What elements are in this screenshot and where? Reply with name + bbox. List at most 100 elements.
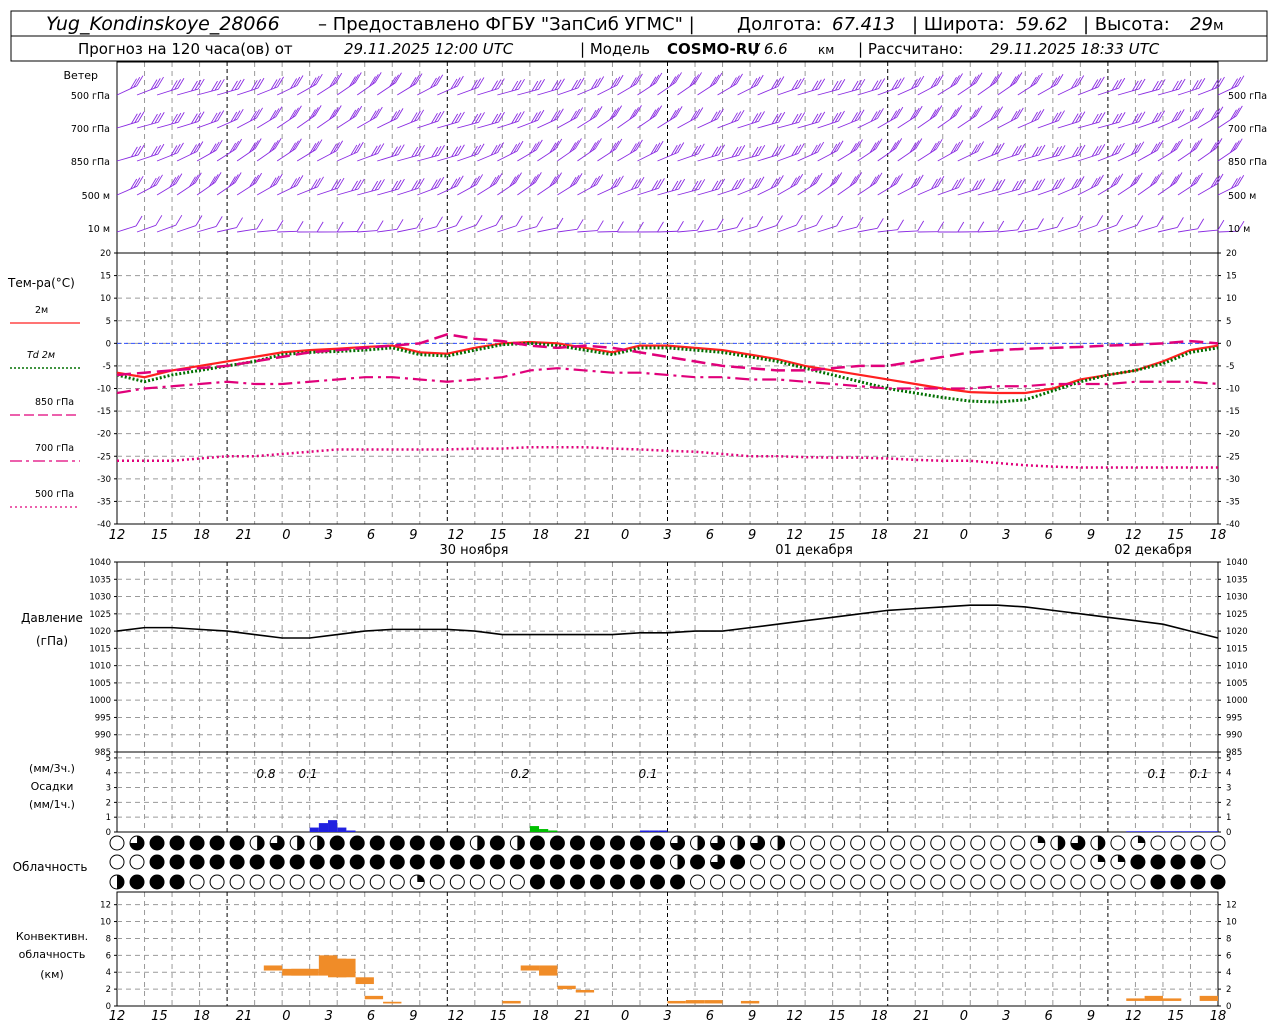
wind-barb-flag [835,112,841,122]
wind-barb-flag [1159,79,1165,89]
cloud-fill-full [530,875,544,889]
y-tick-label-right: 0 [1226,339,1231,349]
wind-barb-flag [1079,112,1085,122]
y-tick-label: 1035 [89,575,111,585]
conv-bar [557,986,575,989]
wind-barb-flag [737,218,743,228]
cloud-circle [230,875,244,889]
cloud-circle [851,836,865,850]
precip-total: 0.1 [298,767,317,781]
precip-bar [337,828,346,832]
cloud-fill-full [170,836,184,850]
wind-barb-flag [597,221,603,231]
wind-barb [1098,225,1117,232]
wind-barb-flag [357,221,363,231]
cloud-fill-full [550,875,564,889]
cloud-circle [831,855,845,869]
wind-barb-flag [715,180,721,190]
cloud-fill-full [150,875,164,889]
wind-barb-flag [1019,179,1025,189]
wind-barb-flag [1036,180,1042,190]
cloud-fill-full [610,875,624,889]
wind-barb-flag [658,178,664,188]
conv-unit: (км) [40,968,64,981]
conv-bar [1200,996,1218,1001]
x-tick-label-bottom: 18 [532,1009,549,1024]
cloud-circle [1131,875,1145,889]
cloud-circle [1051,855,1065,869]
precip-bar [1145,831,1154,832]
cloud-circle [991,855,1005,869]
wind-barb-flag [539,79,545,89]
cloud-circle [510,875,524,889]
wind-barb [698,229,718,232]
cloud-circle [851,855,865,869]
x-tick-label-bottom: 21 [236,1009,253,1024]
wind-barb-flag [458,112,464,122]
wind-barb-flag [415,179,421,189]
conv-bar [337,959,355,978]
wind-barb-flag [317,222,323,232]
wind-barb-flag [397,219,403,229]
y-tick-label-right: 1040 [1226,558,1248,568]
wind-barb-flag [1157,216,1163,226]
wind-barb [537,228,557,232]
cloud-circle [971,875,985,889]
wind-barb-flag [558,79,564,89]
y-tick-label: 4 [106,968,111,978]
cloud-circle [951,836,965,850]
model-res: / 6.6 [752,40,788,58]
precip-bar [1172,831,1181,832]
cloud-circle [430,875,444,889]
wind-barb-flag [555,80,561,90]
cloud-title: Облачность [13,860,88,874]
station-name: Yug_Kondinskoye_28066 [46,13,280,35]
precip-bar [1200,831,1209,832]
wind-barb-flag [337,222,343,232]
conv-bar [741,1001,759,1004]
wind-barb-flag [879,79,885,89]
wind-barb [177,226,196,232]
wind-barb [337,231,357,232]
x-tick-label: 0 [960,528,968,543]
y-tick-label: -35 [97,497,111,507]
y-tick-label-right: 5 [1226,754,1231,764]
cloud-circle [931,875,945,889]
wind-barb [798,225,817,232]
wind-barb-flag [757,216,763,226]
x-tick-label: 0 [282,528,290,543]
x-tick-label-bottom: 9 [1087,1009,1095,1024]
precip-bar [1190,831,1199,832]
cloud-circle [871,855,885,869]
legend-label: 2м [35,305,48,316]
cloud-fill-half [778,836,785,850]
pressure-title: Давление [21,611,83,625]
wind-barb [818,226,837,232]
y-tick-label-right: -15 [1226,407,1240,417]
wind-barb-flag [237,218,243,228]
wind-barb-flag [175,79,181,89]
cloud-fill-full [490,836,504,850]
cloud-circle [771,855,785,869]
precip-bar [530,826,539,832]
x-tick-label-bottom: 12 [1125,1009,1142,1024]
wind-barb-flag [996,180,1002,190]
wind-barb-flag [697,220,703,230]
cloud-circle [1011,836,1025,850]
y-tick-label: 1030 [89,593,111,603]
x-tick-label: 9 [409,528,417,543]
cloud-circle [871,836,885,850]
x-tick-label: 15 [1167,528,1184,543]
y-tick-label: 5 [106,754,111,764]
precip-bar [1126,831,1135,832]
wind-barb-flag [218,79,224,89]
wind-barb-flag [738,178,744,188]
x-tick-label: 3 [1002,528,1010,543]
wind-barb-flag [798,78,804,88]
wind-level-label: 500 м [82,191,110,202]
cloud-circle [1091,875,1105,889]
wind-barb-flag [135,113,141,123]
model-res-unit: км [818,43,834,57]
cloud-fill-full [570,836,584,850]
y-tick-label-right: 3 [1226,784,1231,794]
